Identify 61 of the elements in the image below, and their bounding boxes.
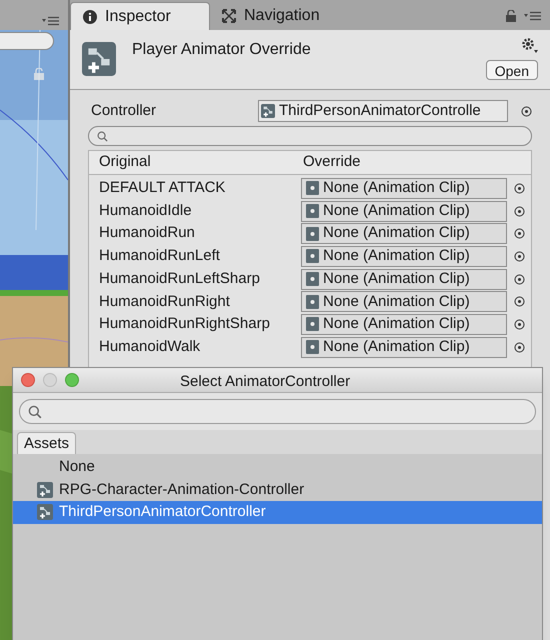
table-cell-text: HumanoidRunLeft [98, 246, 221, 266]
info-icon [83, 10, 97, 24]
object-picker-icon[interactable] [514, 318, 524, 330]
table-cell-text: HumanoidRunRight [98, 292, 231, 312]
open-button[interactable]: Open [486, 60, 538, 80]
clip-icon [306, 272, 319, 286]
clip-field[interactable]: None (Animation Clip) [301, 200, 507, 222]
clip-field[interactable]: None (Animation Clip) [301, 291, 507, 312]
clip-icon [306, 340, 319, 354]
controller-icon [37, 482, 53, 498]
clip-icon [306, 294, 319, 309]
table-cell-text: HumanoidRun [98, 223, 196, 244]
tab[interactable]: Inspector [70, 2, 210, 30]
search-icon [28, 404, 42, 418]
clip-icon [306, 249, 319, 264]
list-item[interactable]: RPG-Character-Animation-Controller [13, 478, 542, 501]
list-item[interactable]: None [13, 456, 542, 478]
column-header: Original [98, 152, 152, 172]
window-title: Select AnimatorController [180, 372, 350, 392]
search-field[interactable] [88, 126, 532, 146]
search-field[interactable] [0, 32, 54, 50]
clip-icon [306, 181, 319, 196]
table-cell-text: HumanoidRunRightSharp [98, 314, 271, 334]
clip-field[interactable]: None (Animation Clip) [301, 246, 507, 267]
table-cell-text: HumanoidRunLeftSharp [98, 268, 261, 289]
clip-icon [306, 226, 319, 241]
object-picker-icon[interactable] [514, 342, 524, 353]
search-icon [97, 130, 108, 142]
clip-icon [306, 317, 319, 332]
inspector-title: Player Animator Override [132, 40, 311, 60]
controller-field[interactable]: ThirdPersonAnimatorControlle [258, 100, 508, 122]
object-picker-icon[interactable] [514, 274, 524, 285]
object-picker-icon[interactable] [514, 250, 524, 262]
lock-icon[interactable] [506, 10, 516, 22]
object-picker-icon[interactable] [514, 206, 524, 217]
menu-icon[interactable] [524, 11, 542, 21]
table-cell-text: HumanoidWalk [98, 336, 202, 357]
settings-icon[interactable] [522, 38, 538, 53]
tab[interactable]: Assets [17, 432, 76, 454]
controller-icon [37, 504, 53, 520]
clip-icon [306, 204, 319, 218]
field-label: Controller [90, 100, 158, 121]
close-button[interactable] [21, 373, 35, 387]
controller-icon [82, 42, 116, 76]
column-header: Override [303, 152, 361, 172]
clip-field[interactable]: None (Animation Clip) [301, 336, 507, 358]
expand-arrows-icon [222, 9, 236, 23]
object-picker-icon[interactable] [521, 106, 532, 116]
table-cell-text: DEFAULT ATTACK [98, 178, 226, 198]
object-picker-icon[interactable] [514, 182, 524, 194]
object-picker-icon[interactable] [514, 296, 524, 308]
search-field[interactable] [19, 399, 536, 424]
clip-field[interactable]: None (Animation Clip) [301, 268, 507, 290]
controller-icon [261, 104, 275, 118]
menu-icon[interactable] [42, 16, 60, 26]
clip-field[interactable]: None (Animation Clip) [301, 178, 507, 199]
clip-field[interactable]: None (Animation Clip) [301, 314, 507, 335]
list-item[interactable]: ThirdPersonAnimatorController [13, 501, 542, 524]
table-cell-text: HumanoidIdle [98, 200, 193, 221]
object-picker-icon[interactable] [514, 228, 524, 240]
clip-field[interactable]: None (Animation Clip) [301, 223, 507, 244]
